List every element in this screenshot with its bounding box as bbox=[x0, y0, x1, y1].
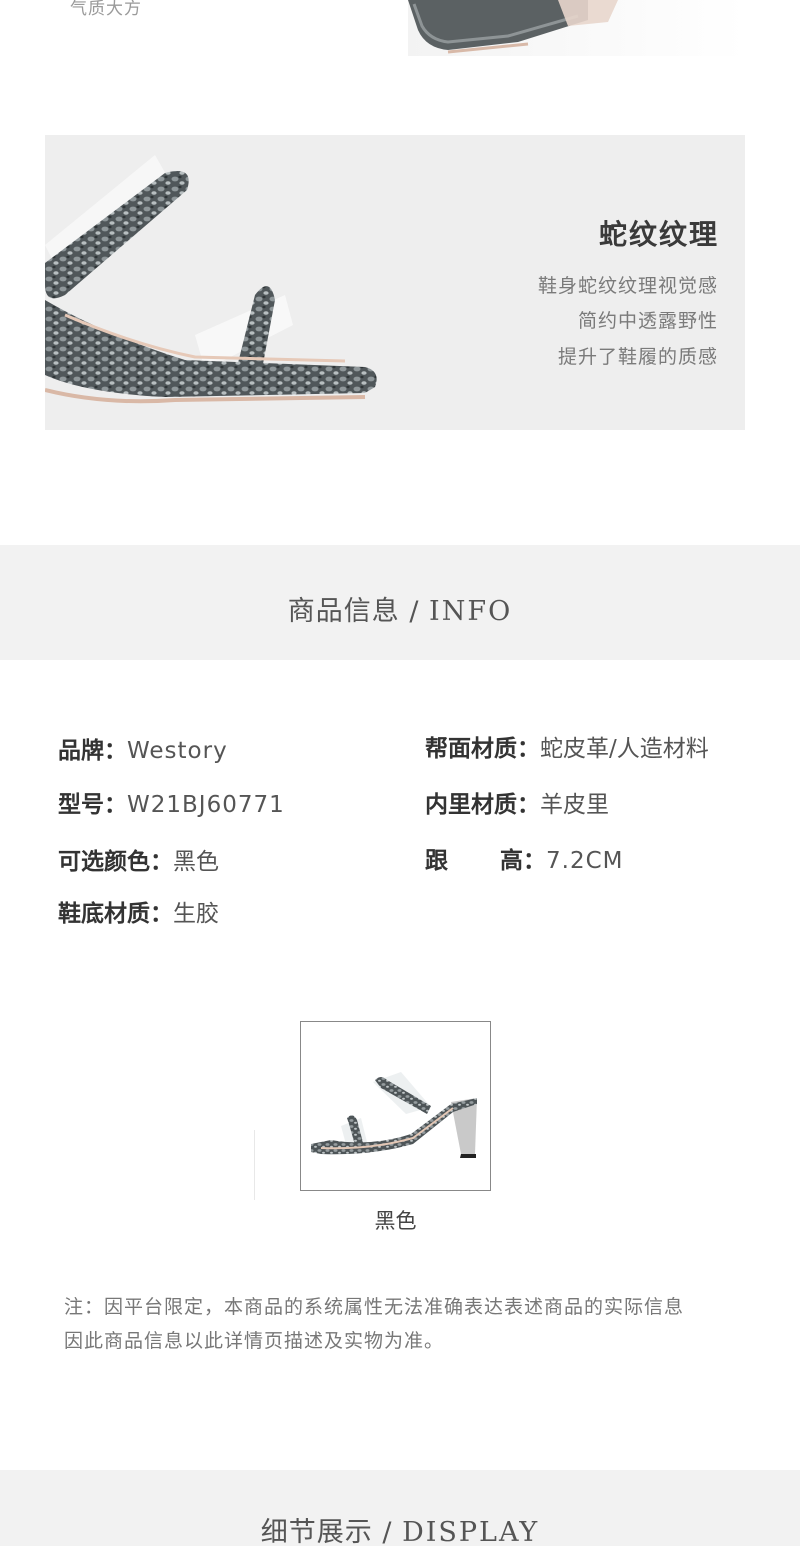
note-text-line: 因此商品信息以此详情页描述及实物为准。 bbox=[64, 1330, 445, 1352]
divider bbox=[254, 1130, 255, 1200]
info-row-model: 型号：W21BJ60771 bbox=[58, 785, 285, 819]
info-title-separator: / bbox=[399, 596, 430, 627]
info-row-brand: 品牌：Westory bbox=[58, 731, 228, 765]
display-title-cn: 细节展示 bbox=[260, 1517, 373, 1548]
top-shoe-image bbox=[408, 0, 746, 56]
info-row-sole: 鞋底材质：生胶 bbox=[58, 894, 219, 928]
note-text-line: 注：因平台限定，本商品的系统属性无法准确表达表述商品的实际信息 bbox=[64, 1296, 685, 1318]
lining-material-label: 内里材质： bbox=[425, 792, 540, 818]
swatch-color-label: 黑色 bbox=[374, 1209, 417, 1233]
feature-description-line: 简约中透露野性 bbox=[577, 310, 718, 332]
brand-label: 品牌： bbox=[58, 738, 127, 764]
heel-label-part-b: 高： bbox=[500, 848, 546, 874]
info-row-heel: 跟 高：7.2CM bbox=[425, 841, 623, 875]
sole-material-value: 生胶 bbox=[173, 901, 219, 927]
feature-description-line: 提升了鞋履的质感 bbox=[557, 346, 718, 368]
feature-banner: 蛇纹纹理 鞋身蛇纹纹理视觉感 简约中透露野性 提升了鞋履的质感 bbox=[45, 135, 745, 430]
color-swatch-black[interactable] bbox=[300, 1021, 491, 1191]
brand-value: Westory bbox=[127, 738, 228, 764]
info-section-title: 商品信息 / INFO bbox=[288, 589, 512, 628]
upper-material-value: 蛇皮革/人造材料 bbox=[540, 736, 709, 762]
sole-material-label: 鞋底材质： bbox=[58, 901, 173, 927]
lining-material-value: 羊皮里 bbox=[540, 792, 609, 818]
color-value: 黑色 bbox=[173, 849, 219, 875]
black-shoe-thumbnail bbox=[311, 1072, 477, 1158]
feature-title: 蛇纹纹理 bbox=[598, 218, 719, 251]
heel-value: 7.2CM bbox=[546, 848, 624, 874]
top-banner-caption: 气质大方 bbox=[70, 0, 142, 19]
model-value: W21BJ60771 bbox=[127, 792, 285, 818]
display-title-en: DISPLAY bbox=[402, 1517, 540, 1548]
info-section-header: 商品信息 / INFO bbox=[0, 545, 800, 660]
info-row-upper: 帮面材质：蛇皮革/人造材料 bbox=[425, 729, 709, 763]
display-section-header: 细节展示 / DISPLAY bbox=[0, 1470, 800, 1549]
info-row-lining: 内里材质：羊皮里 bbox=[425, 785, 609, 819]
info-row-color: 可选颜色：黑色 bbox=[58, 842, 219, 876]
upper-material-label: 帮面材质： bbox=[425, 736, 540, 762]
snake-texture-shoe-image bbox=[45, 155, 377, 404]
info-title-en: INFO bbox=[429, 596, 513, 627]
display-section-title: 细节展示 / DISPLAY bbox=[261, 1510, 539, 1549]
heel-label-part-a: 跟 bbox=[425, 848, 448, 874]
feature-description-line: 鞋身蛇纹纹理视觉感 bbox=[537, 275, 718, 297]
display-title-separator: / bbox=[372, 1517, 403, 1548]
color-label: 可选颜色： bbox=[58, 849, 173, 875]
info-title-cn: 商品信息 bbox=[287, 596, 400, 627]
model-label: 型号： bbox=[58, 792, 127, 818]
